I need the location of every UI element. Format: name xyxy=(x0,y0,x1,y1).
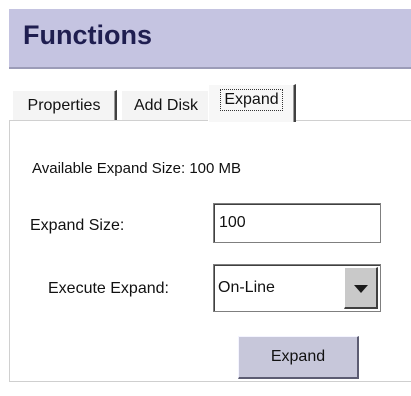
tab-strip: Properties Add Disk Expand xyxy=(9,84,411,122)
dropdown-button[interactable] xyxy=(344,267,378,309)
header-bar: Functions xyxy=(9,9,411,67)
expand-size-input[interactable] xyxy=(213,203,381,243)
chevron-down-icon xyxy=(354,285,368,293)
tab-add-disk-label: Add Disk xyxy=(133,97,199,114)
page-title: Functions xyxy=(23,20,152,50)
tab-properties-label: Properties xyxy=(27,97,101,114)
expand-size-label: Expand Size: xyxy=(30,217,125,234)
tab-properties[interactable]: Properties xyxy=(12,90,117,120)
execute-expand-label: Execute Expand: xyxy=(48,280,169,297)
execute-expand-select[interactable]: On-Line xyxy=(213,264,381,312)
tab-expand[interactable]: Expand xyxy=(208,84,296,122)
expand-button[interactable]: Expand xyxy=(238,336,359,379)
tab-add-disk[interactable]: Add Disk xyxy=(121,90,212,120)
functions-window: Functions Properties Add Disk Expand Ava… xyxy=(0,0,411,396)
tab-expand-label: Expand xyxy=(220,89,283,111)
available-expand-size: Available Expand Size: 100 MB xyxy=(32,160,242,177)
execute-expand-selected-value: On-Line xyxy=(218,279,275,296)
header-divider xyxy=(9,67,411,69)
expand-panel: Available Expand Size: 100 MB Expand Siz… xyxy=(9,120,411,382)
